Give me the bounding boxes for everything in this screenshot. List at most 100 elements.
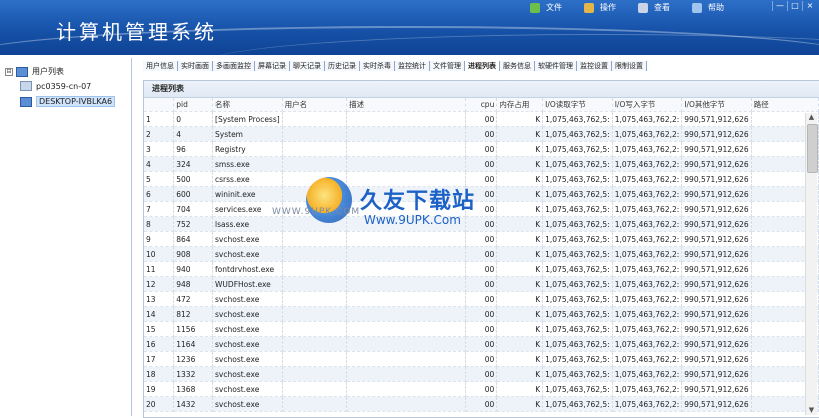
table-row[interactable]: 3 96 Registry 00 K 1,075,463,762,5: 1,075,463,… [144,141,819,157]
table-cell [282,111,348,127]
table-cell: 1332 [173,366,214,382]
table-cell: System [212,126,283,142]
table-cell [282,306,348,322]
table-row[interactable]: 13 472 svchost.exe 00 K 1,075,463,762,5: 1,075… [144,291,819,307]
menu-help[interactable]: 帮助 [692,2,724,13]
menu-wrench[interactable]: 操作 [584,2,616,13]
table-cell: 00 [465,381,498,397]
table-row[interactable]: 18 1332 svchost.exe 00 K 1,075,463,762,5: 1,07… [144,366,819,382]
table-cell: K [496,306,544,322]
table-row[interactable]: 20 1432 svchost.exe 00 K 1,075,463,762,5: 1,07… [144,396,819,412]
column-header[interactable]: 路径 [751,98,819,112]
tab-10[interactable]: 服务信息 [500,61,535,71]
menu-label: 文件 [546,3,562,12]
table-cell: 00 [465,336,498,352]
tree-item-pc0359[interactable]: pc0359-cn-07 [20,81,91,91]
column-header[interactable]: I/O读取字节 [542,98,613,112]
table-cell: 12 [144,276,175,292]
tab-2[interactable]: 多画面监控 [213,61,255,71]
table-cell [346,261,466,277]
watermark-brand: 久友下载站 [360,189,476,214]
close-button[interactable]: × [802,1,817,11]
table-cell: 990,571,912,626 [681,201,752,217]
table-cell: 00 [465,246,498,262]
table-cell [282,141,348,157]
table-row[interactable]: 12 948 WUDFHost.exe 00 K 1,075,463,762,5: 1,07… [144,276,819,292]
table-cell: 13 [144,291,175,307]
tab-3[interactable]: 屏幕记录 [255,61,290,71]
table-cell: svchost.exe [212,366,283,382]
collapse-toggle-icon[interactable]: ⊟ [5,67,13,76]
column-header[interactable]: 用户名 [282,98,348,112]
table-cell: 990,571,912,626 [681,141,752,157]
table-cell: 1432 [173,396,214,412]
column-header[interactable]: I/O写入字节 [612,98,683,112]
tab-4[interactable]: 聊天记录 [290,61,325,71]
table-cell: 990,571,912,626 [681,291,752,307]
table-row[interactable]: 4 324 smss.exe 00 K 1,075,463,762,5: 1,075,463… [144,156,819,172]
minimize-button[interactable]: — [772,1,787,11]
tree-root-label: 用户列表 [32,67,64,76]
help-icon [692,2,702,13]
scroll-down-arrow-icon[interactable]: ▼ [806,406,817,415]
table-cell [346,111,466,127]
tab-8[interactable]: 文件管理 [430,61,465,71]
vertical-scrollbar[interactable]: ▲ ▼ [805,113,818,415]
table-cell: 948 [173,276,214,292]
table-row[interactable]: 16 1164 svchost.exe 00 K 1,075,463,762,5: 1,07… [144,336,819,352]
tree-item-label: DESKTOP-IVBLKA6 [36,96,116,107]
table-cell: 990,571,912,626 [681,276,752,292]
menu-view[interactable]: 查看 [638,2,670,13]
table-row[interactable]: 15 1156 svchost.exe 00 K 1,075,463,762,5: 1,07… [144,321,819,337]
table-cell: Registry [212,141,283,157]
column-header[interactable] [144,98,175,112]
scroll-thumb[interactable] [807,124,818,173]
tab-1[interactable]: 实时画面 [178,61,213,71]
tree-item-desktop[interactable]: DESKTOP-IVBLKA6 [20,96,116,107]
tab-13[interactable]: 限制设置 [612,61,647,71]
column-header[interactable]: 描述 [346,98,466,112]
menu-file[interactable]: 文件 [530,2,562,13]
computer-icon [20,81,32,91]
table-row[interactable]: 1 0 [System Process] 00 K 1,075,463,762,5: 1,0… [144,111,819,127]
tab-6[interactable]: 实时杀毒 [360,61,395,71]
table-cell [282,156,348,172]
table-cell [346,141,466,157]
tab-5[interactable]: 历史记录 [325,61,360,71]
table-cell: 1156 [173,321,214,337]
tab-11[interactable]: 软硬件管理 [535,61,577,71]
tree-root[interactable]: ⊟ 用户列表 [5,66,64,77]
table-header-row: pid 名称 用户名 描述 cpu 内存占用 I/O读取字节 I/O写入字节 I/O其他字节 路径 [144,98,819,112]
table-row[interactable]: 11 940 fontdrvhost.exe 00 K 1,075,463,762,5: 1… [144,261,819,277]
column-header[interactable]: 内存占用 [496,98,544,112]
table-row[interactable]: 17 1236 svchost.exe 00 K 1,075,463,762,5: 1,07… [144,351,819,367]
tab-12[interactable]: 监控设置 [577,61,612,71]
table-row[interactable]: 2 4 System 00 K 1,075,463,762,5: 1,075,463,762… [144,126,819,142]
column-header[interactable]: I/O其他字节 [681,98,752,112]
column-header[interactable]: pid [173,98,214,112]
table-row[interactable]: 19 1368 svchost.exe 00 K 1,075,463,762,5: 1,07… [144,381,819,397]
maximize-button[interactable]: □ [787,1,802,11]
table-cell: 990,571,912,626 [681,321,752,337]
table-cell: 1,075,463,762,2: [612,171,683,187]
column-header[interactable]: cpu [465,98,498,112]
table-cell: 20 [144,396,175,412]
table-cell: 990,571,912,626 [681,246,752,262]
table-cell: WUDFHost.exe [212,276,283,292]
table-cell: 1,075,463,762,5: [542,276,613,292]
scroll-up-arrow-icon[interactable]: ▲ [806,113,817,122]
table-cell: 15 [144,321,175,337]
table-cell: 704 [173,201,214,217]
table-cell: K [496,351,544,367]
tab-0[interactable]: 用户信息 [143,61,178,71]
table-row[interactable]: 10 908 svchost.exe 00 K 1,075,463,762,5: 1,075… [144,246,819,262]
process-list-panel: 进程列表 pid 名称 用户名 描述 cpu 内存占用 I/O读取字节 I/O写入字节 I/O其… [143,80,819,418]
top-menu: 文件 操作 查看 帮助 [530,2,746,13]
title-bar: 计算机管理系统 文件 操作 查看 帮助 — □ × [0,0,819,55]
table-cell: 00 [465,321,498,337]
tab-7[interactable]: 监控统计 [395,61,430,71]
column-header[interactable]: 名称 [212,98,283,112]
table-cell: 990,571,912,626 [681,111,752,127]
table-row[interactable]: 14 812 svchost.exe 00 K 1,075,463,762,5: 1,075… [144,306,819,322]
tab-9[interactable]: 进程列表 [465,61,500,71]
